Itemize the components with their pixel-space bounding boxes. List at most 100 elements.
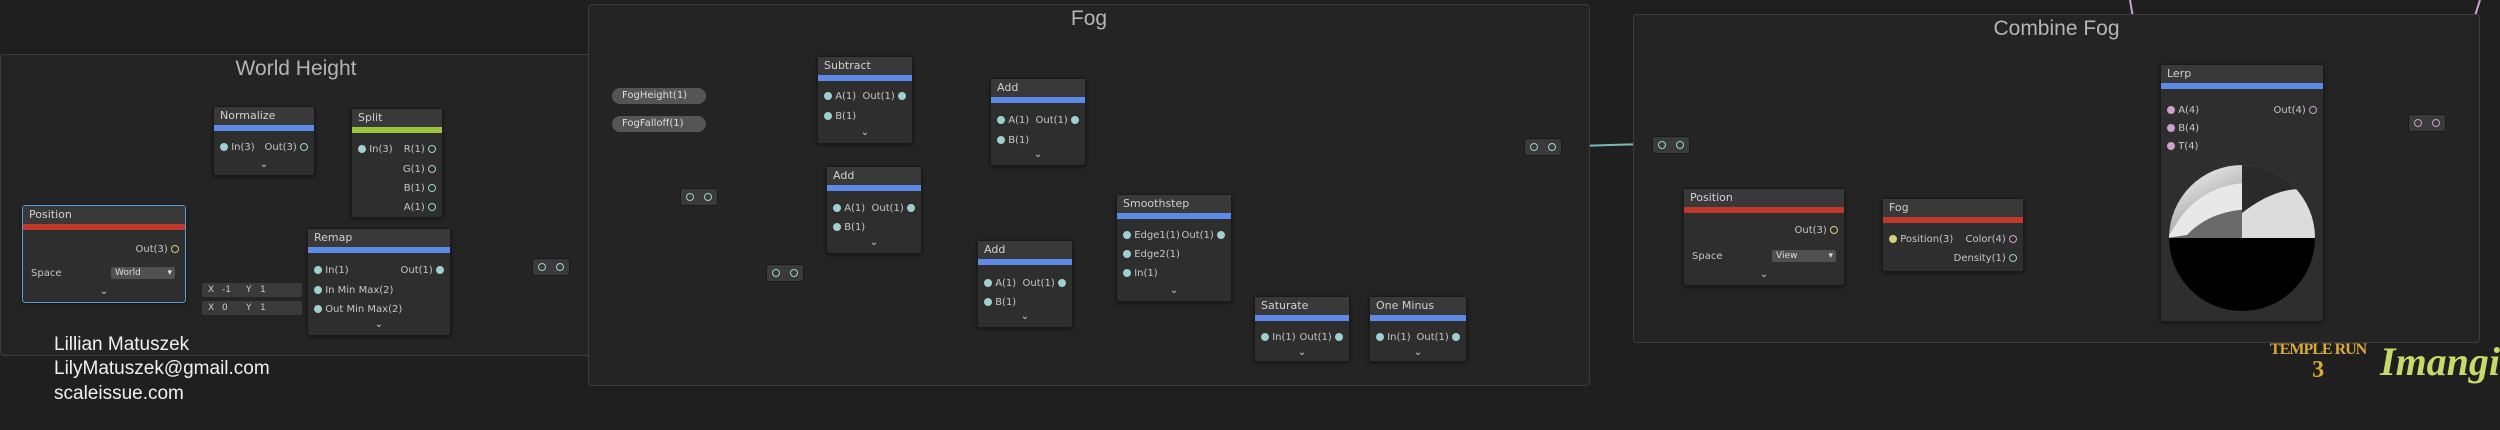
node-fog[interactable]: Fog Position(3) Color(4) Density(1) [1882,198,2024,272]
collapse-chevron-icon[interactable]: ⌄ [818,127,912,138]
port-dot-icon[interactable] [984,298,992,306]
port-in[interactable]: In(3) [358,144,393,156]
space-dropdown[interactable]: View ▾ [1772,250,1836,262]
collapse-chevron-icon[interactable]: ⌄ [978,311,1072,322]
port-r[interactable]: R(1) [404,144,436,156]
port-out[interactable]: Out(1) [1417,332,1460,344]
node-split[interactable]: Split In(3) R(1) G(1) B(1) A(1) [351,108,443,218]
port-out[interactable]: Out(1) [1300,332,1343,344]
port-out[interactable]: Out(3) [265,142,308,154]
port-dot-icon[interactable] [2009,235,2017,243]
port-dot-icon[interactable] [1889,235,1897,243]
port-b[interactable]: B(4) [2167,123,2199,135]
port-b[interactable]: B(1) [984,297,1016,309]
port-dot-icon[interactable] [314,266,322,274]
reroute-node[interactable] [1652,136,1690,154]
node-remap[interactable]: Remap In(1) In Min Max(2) Out Min Max(2)… [307,228,451,336]
port-edge2[interactable]: Edge2(1) [1123,249,1180,261]
port-in[interactable]: In(1) [1123,268,1158,280]
port-in[interactable]: In(3) [220,142,255,154]
port-dot-icon[interactable] [171,245,179,253]
reroute-node[interactable] [766,264,804,282]
port-edge1[interactable]: Edge1(1) [1123,230,1180,242]
port-dot-icon[interactable] [907,204,915,212]
port-dot-icon[interactable] [1830,226,1838,234]
port-g[interactable]: G(1) [403,164,436,176]
port-a[interactable]: A(1) [833,203,865,215]
port-out[interactable]: Out(1) [863,91,906,103]
port-in[interactable]: In(1) [1261,332,1296,344]
port-dot-icon[interactable] [997,136,1005,144]
port-in[interactable]: In(1) [314,265,349,277]
port-dot-icon[interactable] [428,184,436,192]
port-dot-icon[interactable] [428,203,436,211]
port-dot-icon[interactable] [314,286,322,294]
reroute-node[interactable] [1524,138,1562,156]
port-dot-icon[interactable] [1123,250,1131,258]
port-dot-icon[interactable] [428,165,436,173]
port-out[interactable]: Out(3) [1795,225,1838,237]
port-dot-icon[interactable] [358,145,366,153]
reroute-node[interactable] [680,188,718,206]
property-fog-falloff[interactable]: FogFalloff(1) [612,116,706,132]
port-a[interactable]: A(1) [824,91,856,103]
port-b[interactable]: B(1) [833,222,865,234]
node-subtract[interactable]: Subtract A(1) B(1) Out(1) ⌄ [817,56,913,144]
port-t[interactable]: T(4) [2167,141,2198,153]
collapse-chevron-icon[interactable]: ⌄ [23,286,185,297]
port-dot-icon[interactable] [300,143,308,151]
port-dot-icon[interactable] [997,116,1005,124]
port-dot-icon[interactable] [1058,279,1066,287]
port-dot-icon[interactable] [1376,333,1384,341]
port-out[interactable]: Out(1) [1182,230,1225,242]
port-dot-icon[interactable] [2309,106,2317,114]
port-dot-icon[interactable] [1217,231,1225,239]
port-dot-icon[interactable] [428,145,436,153]
port-dot-icon[interactable] [824,92,832,100]
group-combine-fog[interactable]: Combine Fog [1633,14,2480,343]
port-density[interactable]: Density(1) [1954,253,2017,265]
reroute-node[interactable] [2408,114,2446,132]
port-dot-icon[interactable] [984,279,992,287]
reroute-node[interactable] [532,258,570,276]
node-add-3[interactable]: Add A(1) B(1) Out(1) ⌄ [977,240,1073,328]
port-in[interactable]: In(1) [1376,332,1411,344]
port-out[interactable]: Out(3) [136,244,179,256]
port-a[interactable]: A(1) [404,202,436,214]
collapse-chevron-icon[interactable]: ⌄ [1255,347,1349,358]
port-dot-icon[interactable] [833,204,841,212]
port-dot-icon[interactable] [1452,333,1460,341]
node-position-view[interactable]: Position Out(3) Space View ▾ ⌄ [1683,188,1845,286]
collapse-chevron-icon[interactable]: ⌄ [308,319,450,330]
port-color[interactable]: Color(4) [1966,234,2017,246]
port-b[interactable]: B(1) [997,135,1029,147]
port-b[interactable]: B(1) [824,111,856,123]
port-dot-icon[interactable] [1123,231,1131,239]
collapse-chevron-icon[interactable]: ⌄ [214,159,314,170]
port-dot-icon[interactable] [1261,333,1269,341]
port-out-min-max[interactable]: Out Min Max(2) [314,304,402,316]
space-dropdown[interactable]: World ▾ [111,267,175,279]
port-dot-icon[interactable] [1071,116,1079,124]
port-dot-icon[interactable] [833,223,841,231]
in-min-max-input[interactable]: X -1 Y 1 [202,283,302,297]
port-dot-icon[interactable] [898,92,906,100]
collapse-chevron-icon[interactable]: ⌄ [1684,269,1844,280]
port-a[interactable]: A(1) [997,115,1029,127]
collapse-chevron-icon[interactable]: ⌄ [1370,347,1466,358]
shader-graph-canvas[interactable]: World Height Fog Combine Fog Normalize I… [0,0,2500,430]
port-dot-icon[interactable] [2167,142,2175,150]
node-add-2[interactable]: Add A(1) B(1) Out(1) ⌄ [826,166,922,254]
port-dot-icon[interactable] [1335,333,1343,341]
property-fog-height[interactable]: FogHeight(1) [612,88,706,104]
node-saturate[interactable]: Saturate In(1) Out(1) ⌄ [1254,296,1350,362]
port-dot-icon[interactable] [436,266,444,274]
node-add-1[interactable]: Add A(1) B(1) Out(1) ⌄ [990,78,1086,166]
port-dot-icon[interactable] [2167,124,2175,132]
collapse-chevron-icon[interactable]: ⌄ [827,237,921,248]
port-a[interactable]: A(4) [2167,105,2199,117]
port-b[interactable]: B(1) [404,183,436,195]
collapse-chevron-icon[interactable]: ⌄ [1117,285,1231,296]
node-smoothstep[interactable]: Smoothstep Edge1(1) Edge2(1) In(1) Out(1… [1116,194,1232,302]
port-a[interactable]: A(1) [984,278,1016,290]
